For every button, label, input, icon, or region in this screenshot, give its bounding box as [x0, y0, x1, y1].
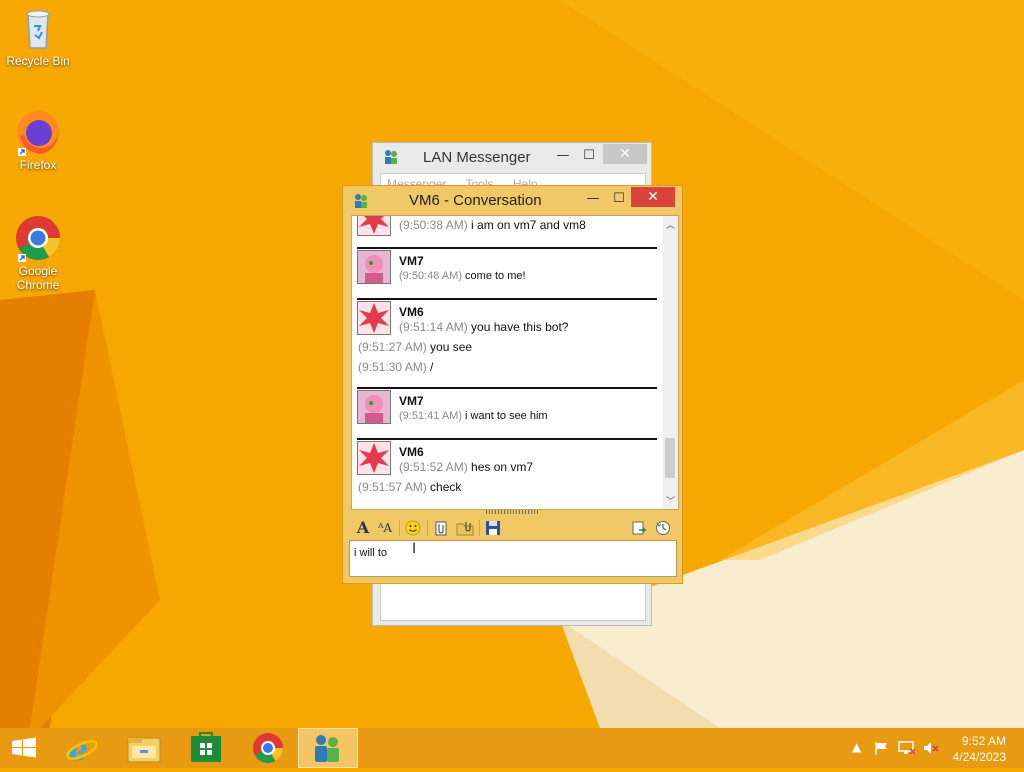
chrome-icon — [14, 214, 62, 262]
message-time: (9:51:30 AM) — [358, 360, 427, 374]
message-text: hes on vm7 — [471, 460, 534, 474]
vertical-scrollbar[interactable]: ︿ ﹀ — [663, 216, 678, 509]
store-icon — [191, 732, 221, 762]
start-icon — [12, 737, 36, 758]
message-history[interactable]: (9:50:38 AM) i am on vm7 and vm8 VM7 (9:… — [351, 215, 679, 510]
taskbar-chrome[interactable] — [240, 728, 296, 768]
message-line: (9:50:38 AM) i am on vm7 and vm8 — [399, 218, 586, 232]
emoticon-icon[interactable] — [403, 518, 423, 538]
toolbar-divider — [427, 520, 428, 536]
clock-date: 4/24/2023 — [952, 750, 1006, 764]
desktop-icon-firefox[interactable]: Firefox — [0, 108, 76, 172]
message-line: (9:51:57 AM) check — [358, 480, 461, 494]
conversation-app-icon — [353, 193, 369, 209]
clock-time: 9:52 AM — [961, 734, 1006, 748]
window-title: LAN Messenger — [423, 149, 531, 166]
toolbar-divider — [479, 520, 480, 536]
message-text: you see — [430, 340, 473, 354]
message-line: (9:51:30 AM) / — [358, 360, 433, 374]
message-line: (9:51:14 AM) you have this bot? — [399, 320, 568, 334]
close-button[interactable]: ✕ — [603, 144, 647, 164]
avatar — [357, 250, 391, 284]
lan-messenger-icon — [315, 735, 339, 762]
start-button[interactable] — [0, 728, 48, 768]
message-input[interactable]: i will to I — [349, 540, 677, 577]
message-time: (9:50:48 AM) — [399, 270, 462, 282]
separator — [357, 247, 657, 249]
desktop-icon-recycle-bin[interactable]: Recycle Bin — [0, 4, 76, 68]
separator — [357, 387, 657, 389]
show-hidden-icons-icon[interactable]: ▲ — [852, 740, 861, 754]
separator — [357, 438, 657, 440]
avatar — [357, 390, 391, 424]
message-text: come to me! — [465, 270, 526, 282]
taskbar-internet-explorer[interactable]: e — [54, 728, 110, 768]
chrome-icon — [253, 733, 283, 764]
message-time: (9:51:52 AM) — [399, 460, 468, 474]
text-cursor-icon: I — [412, 541, 417, 557]
message-text: / — [430, 360, 434, 374]
avatar — [357, 301, 391, 335]
conversation-window[interactable]: VM6 - Conversation — ☐ ✕ (9:50:38 AM) i … — [342, 185, 683, 584]
message-line: (9:51:27 AM) you see — [358, 340, 472, 354]
message-time: (9:50:38 AM) — [399, 218, 468, 232]
file-explorer-icon — [127, 737, 161, 763]
history-icon[interactable] — [653, 518, 673, 538]
system-clock[interactable]: 9:52 AM 4/24/2023 — [953, 733, 1006, 765]
action-center-flag-icon[interactable] — [873, 740, 889, 759]
message-sender: VM7 — [399, 394, 424, 408]
message-text: i want to see him — [465, 410, 548, 422]
message-input-text: i will to — [354, 547, 388, 559]
avatar — [357, 441, 391, 475]
volume-muted-icon[interactable] — [922, 740, 940, 759]
splitter-grip[interactable] — [486, 510, 540, 514]
save-icon[interactable] — [483, 518, 503, 538]
taskbar-store[interactable] — [178, 728, 234, 768]
firefox-icon — [14, 108, 62, 156]
window-title: VM6 - Conversation — [409, 192, 542, 209]
message-text: you have this bot? — [471, 320, 569, 334]
maximize-button[interactable]: ☐ — [576, 147, 602, 165]
desktop-icon-label: Recycle Bin — [6, 54, 70, 68]
scroll-up-icon[interactable]: ︿ — [666, 218, 675, 231]
message-time: (9:51:14 AM) — [399, 320, 468, 334]
message-sender: VM6 — [399, 445, 424, 459]
close-button[interactable]: ✕ — [631, 187, 675, 207]
message-time: (9:51:57 AM) — [358, 480, 427, 494]
send-folder-icon[interactable] — [455, 518, 475, 538]
internet-explorer-icon: e — [66, 733, 98, 768]
separator — [357, 298, 657, 300]
minimize-button[interactable]: — — [580, 190, 606, 208]
taskbar: e ▲ 9:52 AM 4/24/2023 — [0, 728, 1024, 768]
desktop-icon-label: Firefox — [19, 158, 57, 172]
desktop-icon-chrome[interactable]: Google Chrome — [0, 214, 76, 292]
avatar — [357, 216, 391, 236]
maximize-button[interactable]: ☐ — [606, 190, 632, 208]
chat-toolbar: A ᴬA — [351, 516, 677, 540]
network-icon[interactable] — [898, 740, 916, 759]
message-line: (9:50:48 AM) come to me! — [399, 270, 526, 282]
message-text: check — [430, 480, 462, 494]
scroll-thumb[interactable] — [665, 438, 675, 478]
lan-messenger-app-icon — [383, 149, 399, 165]
desktop: Recycle Bin Firefox Google Chrome LAN Me… — [0, 0, 1024, 728]
toolbar-divider — [399, 520, 400, 536]
font-icon[interactable]: A — [353, 518, 373, 538]
message-time: (9:51:41 AM) — [399, 410, 462, 422]
scroll-down-icon[interactable]: ﹀ — [666, 494, 675, 507]
message-sender: VM6 — [399, 305, 424, 319]
send-file-icon[interactable] — [431, 518, 451, 538]
recycle-bin-icon — [14, 4, 62, 52]
history-copy-icon[interactable] — [629, 518, 649, 538]
taskbar-file-explorer[interactable] — [116, 728, 172, 768]
message-sender: VM7 — [399, 254, 424, 268]
taskbar-lan-messenger[interactable] — [298, 728, 358, 768]
message-time: (9:51:27 AM) — [358, 340, 427, 354]
desktop-icon-label: Google Chrome — [16, 264, 60, 292]
font-color-icon[interactable]: ᴬA — [375, 518, 395, 538]
message-text: i am on vm7 and vm8 — [471, 218, 586, 232]
message-line: (9:51:41 AM) i want to see him — [399, 410, 548, 422]
message-line: (9:51:52 AM) hes on vm7 — [399, 460, 533, 474]
minimize-button[interactable]: — — [550, 147, 576, 165]
